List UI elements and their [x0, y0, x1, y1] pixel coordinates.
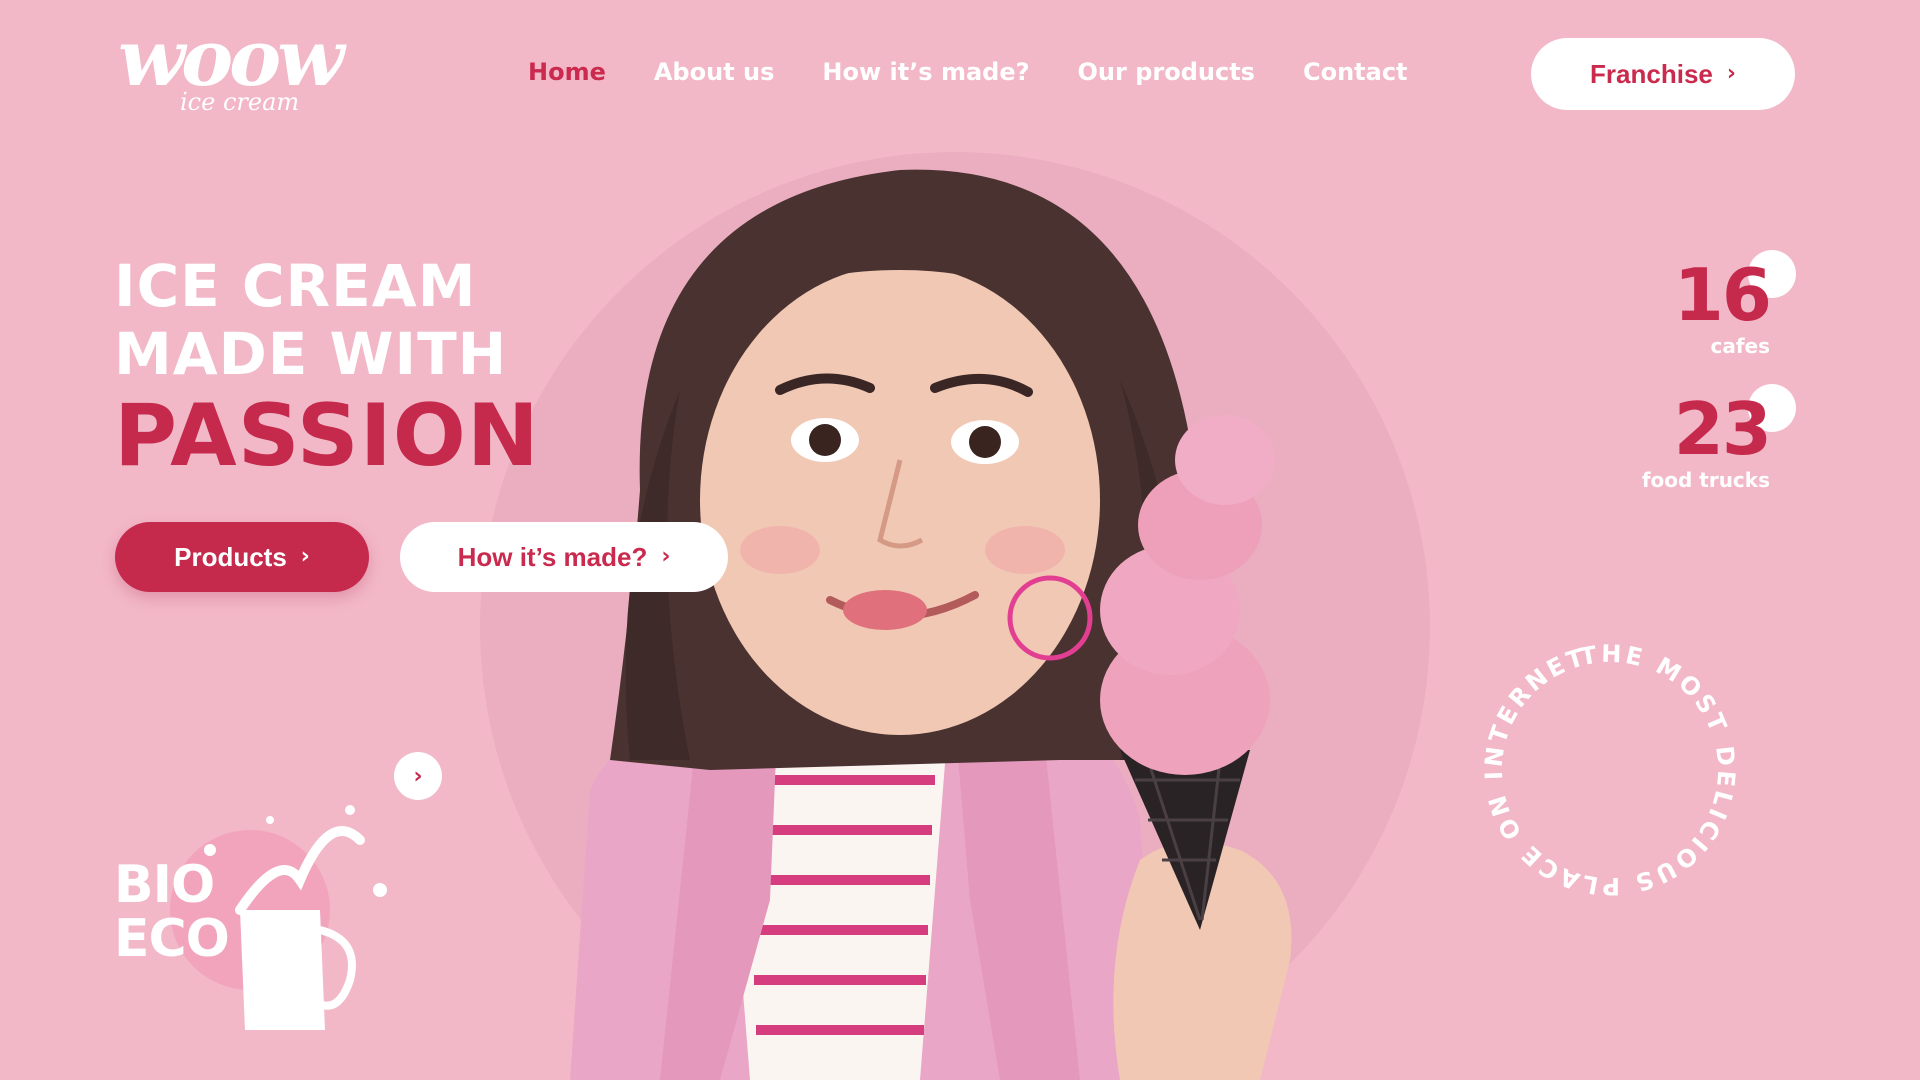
chevron-right-icon: › [300, 544, 310, 569]
logo-wordmark: woow [118, 13, 344, 104]
bio-next-button[interactable]: › [394, 752, 442, 800]
nav-about-us[interactable]: About us [654, 56, 775, 89]
products-button-label: Products [174, 541, 287, 572]
hero-photo [570, 169, 1292, 1080]
svg-text:THE MOST DELICIOUS PLACE ON IN: THE MOST DELICIOUS PLACE ON INTERNET! [1480, 640, 1740, 900]
how-its-made-button[interactable]: How it’s made? › [400, 522, 728, 592]
eco-text-line: ECO [114, 909, 230, 969]
stat-cafes: 16 cafes [1673, 250, 1796, 358]
nav-home[interactable]: Home [528, 56, 606, 89]
logo[interactable]: woow ice cream [118, 20, 348, 122]
products-button[interactable]: Products › [115, 522, 369, 592]
hero-headline: ICE CREAM MADE WITH PASSION [114, 252, 540, 484]
circular-text-badge: THE MOST DELICIOUS PLACE ON INTERNET! [1480, 640, 1740, 900]
bio-eco-text: BIO ECO [114, 855, 230, 969]
stat-food-trucks: 23 food trucks [1641, 384, 1796, 492]
headline-line-2: MADE WITH [114, 320, 508, 388]
nav-our-products[interactable]: Our products [1078, 56, 1255, 89]
bio-text-line: BIO [114, 855, 215, 915]
stat-label: cafes [1710, 334, 1770, 358]
how-its-made-button-label: How it’s made? [457, 541, 648, 572]
franchise-button-label: Franchise [1590, 58, 1713, 89]
stat-label: food trucks [1641, 468, 1770, 492]
nav-how-its-made[interactable]: How it’s made? [822, 56, 1029, 89]
franchise-button[interactable]: Franchise › [1531, 38, 1795, 110]
nav-contact[interactable]: Contact [1303, 56, 1408, 89]
headline-line-3: PASSION [114, 386, 540, 486]
main-nav: Home About us How it’s made? Our product… [528, 56, 1408, 89]
stat-value: 16 [1673, 253, 1772, 337]
logo-subtitle: ice cream [180, 88, 300, 116]
chevron-right-icon: › [1726, 61, 1736, 86]
bio-eco-card: BIO ECO › [110, 740, 450, 1040]
badge-text: THE MOST DELICIOUS PLACE ON INTERNET! [1480, 640, 1740, 900]
headline-line-1: ICE CREAM [114, 252, 477, 320]
stat-value: 23 [1673, 387, 1772, 471]
chevron-right-icon: › [661, 544, 671, 569]
chevron-right-icon: › [413, 763, 423, 789]
